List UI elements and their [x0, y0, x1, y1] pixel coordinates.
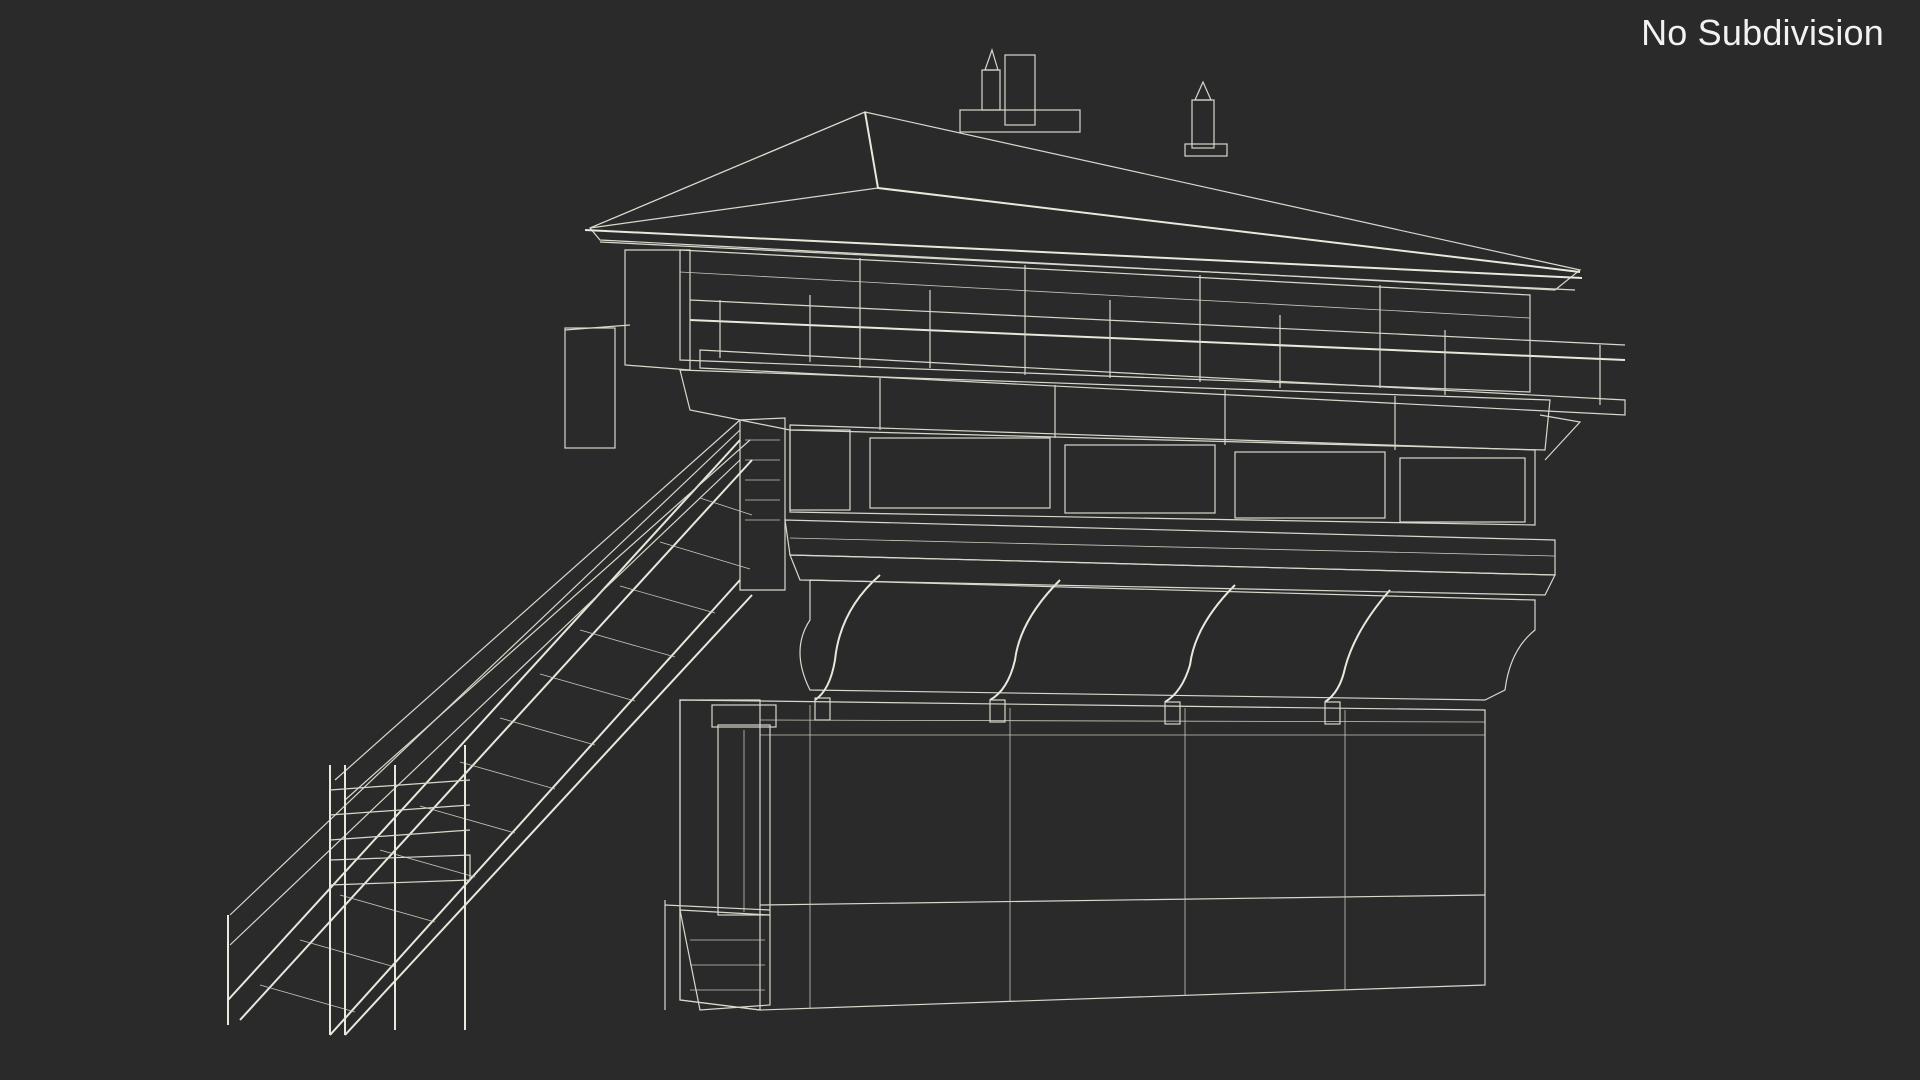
corbel-band: [799, 574, 1536, 725]
upper-landing: [564, 324, 786, 591]
roof: [584, 48, 1583, 291]
diagonal-apron: [679, 369, 1551, 451]
signal-box-model[interactable]: [0, 0, 1920, 1080]
cornice: [784, 519, 1556, 596]
main-staircase: [227, 419, 753, 1036]
side-steps: [664, 900, 771, 1011]
3d-viewport[interactable]: No Subdivision: [0, 0, 1920, 1080]
base-body: [679, 699, 1486, 1011]
